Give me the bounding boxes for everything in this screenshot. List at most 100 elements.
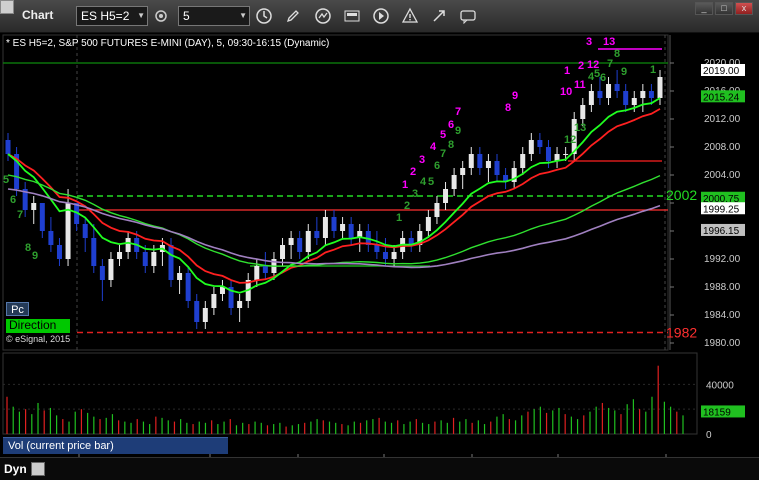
study-button[interactable]	[312, 6, 334, 26]
td-count-number: 10	[560, 86, 572, 98]
candle-body	[597, 91, 603, 98]
td-count-number: 1	[402, 179, 408, 191]
td-count-number: 1	[396, 212, 402, 224]
candle-body	[580, 105, 586, 119]
esignal-copyright: © eSignal, 2015	[6, 334, 71, 344]
symbol-combo[interactable]: ES H5=2 ▼	[76, 6, 148, 26]
candle-body	[443, 189, 449, 203]
alert-button[interactable]	[399, 6, 421, 26]
minimize-button[interactable]: _	[695, 2, 713, 15]
candle-body	[288, 238, 294, 245]
bottom-bar: Dyn	[0, 457, 759, 480]
price-panel-bg	[0, 33, 759, 353]
volume-tick-label: 40000	[706, 380, 734, 391]
chart-description: * ES H5=2, S&P 500 FUTURES E-MINI (DAY),…	[6, 38, 330, 49]
td-count-number: 7	[607, 58, 613, 70]
td-count-number: 2	[404, 200, 410, 212]
chart-area[interactable]: 2020.002016.002012.002008.002004.002000.…	[0, 33, 759, 480]
indicator-icon	[315, 8, 331, 24]
level-label-2002: 2002	[666, 187, 697, 203]
chat-icon	[460, 10, 476, 24]
td-count-number: 6	[434, 160, 440, 172]
dropdown-arrow-icon[interactable]: ▼	[137, 7, 145, 25]
volume-panel	[2, 352, 698, 435]
volume-study-label[interactable]: Vol (current price bar)	[3, 437, 228, 454]
td-count-number: 9	[455, 125, 461, 137]
candle-body	[125, 238, 131, 252]
link-icon	[433, 10, 445, 22]
td-count-number: 13	[574, 122, 586, 134]
price-label: 1996.15	[703, 226, 740, 237]
y-tick-label: 1984.00	[704, 310, 741, 321]
candle-body	[477, 154, 483, 168]
volume-current-label: 18159	[703, 407, 731, 418]
dyn-label: Dyn	[4, 462, 27, 476]
td-count-number: 4	[420, 176, 427, 188]
dropdown-arrow-icon[interactable]: ▼	[239, 7, 247, 25]
alert-icon	[401, 7, 419, 23]
close-button[interactable]: x	[735, 2, 753, 15]
chat-button[interactable]	[457, 6, 479, 26]
link-button[interactable]	[428, 6, 450, 26]
dyn-icon[interactable]	[31, 462, 45, 476]
td-count-number: 5	[428, 176, 434, 188]
td-count-number: 8	[505, 102, 511, 114]
maximize-button[interactable]: □	[715, 2, 733, 15]
search-button[interactable]	[150, 6, 172, 26]
td-count-number: 7	[440, 148, 446, 160]
candle-body	[545, 147, 551, 161]
candle-body	[348, 224, 354, 238]
candle-body	[39, 203, 45, 231]
candle-body	[142, 252, 148, 266]
candle-body	[82, 224, 88, 238]
candle-body	[614, 84, 620, 91]
td-count-number: 6	[448, 119, 454, 131]
candle-body	[168, 245, 174, 280]
candle-body	[108, 259, 114, 280]
y-tick-label: 2008.00	[704, 142, 741, 153]
chart-app-icon	[0, 0, 14, 14]
td-count-number: 13	[603, 36, 615, 48]
play-button[interactable]	[370, 6, 392, 26]
pencil-icon	[286, 10, 299, 23]
candle-body	[117, 252, 123, 259]
y-tick-label: 2012.00	[704, 114, 741, 125]
candle-body	[451, 175, 457, 189]
candle-body	[494, 161, 500, 175]
candle-body	[280, 245, 286, 259]
td-count-number: 8	[614, 48, 620, 60]
play-icon	[373, 8, 389, 24]
interval-combo[interactable]: 5 ▼	[178, 6, 250, 26]
y-tick-label: 1988.00	[704, 282, 741, 293]
candle-body	[640, 91, 646, 98]
candle-body	[468, 154, 474, 168]
td-count-number: 9	[512, 90, 518, 102]
td-count-number: 2	[410, 166, 416, 178]
pc-label[interactable]: Pc	[6, 302, 29, 316]
td-count-number: 3	[586, 36, 592, 48]
td-count-number: 6	[10, 194, 16, 206]
candle-body	[322, 217, 328, 238]
candle-body	[520, 154, 526, 168]
candle-body	[202, 308, 208, 322]
candle-body	[185, 273, 191, 301]
price-label: 2015.24	[703, 92, 740, 103]
gear-icon	[155, 10, 167, 22]
toolbar: Chart ES H5=2 ▼ 5 ▼ _ □ x	[0, 0, 759, 33]
price-chart[interactable]: 2020.002016.002012.002008.002004.002000.…	[0, 33, 759, 480]
candle-body	[297, 238, 303, 252]
clock-button[interactable]	[253, 6, 275, 26]
direction-label[interactable]: Direction	[6, 319, 70, 333]
candle-body	[563, 154, 569, 155]
clock-icon	[256, 8, 272, 24]
candle-body	[648, 91, 654, 98]
window-controls: _ □ x	[695, 2, 753, 15]
td-count-number: 12	[564, 134, 576, 146]
candle-body	[91, 238, 97, 266]
template-button[interactable]	[341, 6, 363, 26]
draw-button[interactable]	[282, 6, 304, 26]
price-label: 1999.25	[703, 204, 740, 215]
td-count-number: 2	[578, 60, 584, 72]
candle-body	[391, 252, 397, 259]
candle-body	[262, 266, 268, 273]
